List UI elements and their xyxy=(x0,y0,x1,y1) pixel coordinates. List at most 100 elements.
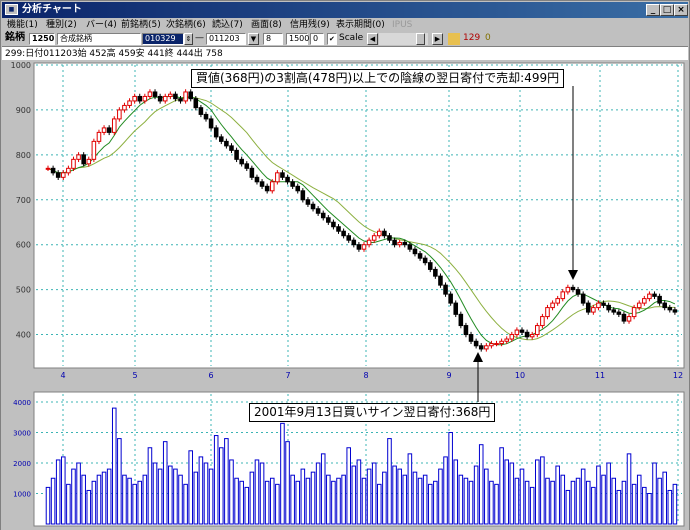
date-to-input[interactable]: 011203 xyxy=(206,33,246,45)
close-button[interactable]: × xyxy=(674,4,688,16)
scroll-track[interactable] xyxy=(379,33,416,45)
candle-body xyxy=(570,286,576,291)
candle-body xyxy=(45,167,51,170)
candle-body xyxy=(448,293,453,304)
title-bar[interactable]: ■ 分析チャート _ □ × xyxy=(2,2,688,18)
volume-bar xyxy=(61,456,66,525)
volume-bar xyxy=(254,459,260,525)
candle-body xyxy=(387,235,392,241)
date-from-input[interactable]: 010329 xyxy=(142,33,184,45)
menu-type[interactable]: 種別(2) xyxy=(46,19,77,31)
scroll-right-icon[interactable]: ▶ xyxy=(432,33,443,45)
candle-body xyxy=(509,334,515,340)
app-icon[interactable]: ■ xyxy=(5,4,18,15)
volume-bar xyxy=(438,468,443,525)
candle-body xyxy=(601,302,606,306)
date-spin-icon[interactable]: ⇕ xyxy=(184,33,193,45)
candle-body xyxy=(305,199,311,205)
volume-bar xyxy=(127,477,132,525)
menu-load[interactable]: 読込(7) xyxy=(212,19,243,31)
menu-prev-stock[interactable]: 前銘柄(5) xyxy=(121,19,161,31)
volume-bar xyxy=(489,480,494,525)
menu-next-stock[interactable]: 次銘柄(6) xyxy=(166,19,206,31)
volume-bar xyxy=(249,471,255,525)
candle-body xyxy=(555,298,560,304)
volume-bar xyxy=(122,474,127,525)
month-tick-label: 8 xyxy=(363,371,368,380)
volume-bar xyxy=(519,468,525,525)
minimize-button[interactable]: _ xyxy=(646,4,660,16)
menu-bar: 機能(1) 種別(2) バー(4) 前銘柄(5) 次銘柄(6) 読込(7) 画面… xyxy=(2,18,688,32)
volume-bar xyxy=(280,422,285,525)
candle-body xyxy=(361,244,367,250)
menu-bar-type[interactable]: バー(4) xyxy=(86,19,117,31)
volume-bar xyxy=(290,474,295,525)
volume-bar xyxy=(570,480,576,525)
month-tick-label: 12 xyxy=(673,371,683,380)
volume-bar xyxy=(157,468,163,525)
chart-area[interactable]: 400 500 600 700 800 900 1000 4 5 6 7 8 9 10 11 12 1000… xyxy=(1,60,689,530)
maximize-button[interactable]: □ xyxy=(660,4,674,16)
volume-bar xyxy=(168,465,173,525)
candle-body xyxy=(417,253,423,259)
candle-body xyxy=(647,293,652,300)
candle-body xyxy=(331,221,336,228)
volume-bar xyxy=(392,465,397,525)
menu-display-period[interactable]: 表示期間(0) xyxy=(336,19,385,31)
candle-body xyxy=(412,248,418,255)
volume-bar xyxy=(657,477,662,525)
candle-body xyxy=(473,340,479,347)
volume-bar xyxy=(514,477,520,525)
candle-body xyxy=(545,307,550,318)
candle-body xyxy=(478,345,484,350)
volume-bar xyxy=(371,462,377,525)
candle-body xyxy=(50,167,56,174)
candle-body xyxy=(626,316,632,322)
volume-bar xyxy=(193,471,199,525)
volume-bar xyxy=(356,459,362,525)
candle-body xyxy=(535,325,540,336)
scroll-track-right[interactable] xyxy=(425,33,428,45)
candle-body xyxy=(249,167,255,178)
color-swatch-icon[interactable] xyxy=(448,33,460,45)
date-separator: — xyxy=(195,33,204,43)
candle-body xyxy=(529,334,535,338)
candle-body xyxy=(106,127,112,133)
volume-bar xyxy=(427,483,433,525)
volume-bar xyxy=(621,480,627,525)
volume-bar xyxy=(147,447,153,525)
volume-bar xyxy=(295,480,301,525)
count-input[interactable]: 1500 xyxy=(286,33,309,45)
scale-checkbox[interactable]: ✔ xyxy=(327,33,337,45)
volume-bar xyxy=(264,480,270,525)
menu-function[interactable]: 機能(1) xyxy=(7,19,38,31)
candle-body xyxy=(621,313,627,322)
ohlc-readout: 299:日付011203始 452高 459安 441終 444出 758 xyxy=(5,49,223,59)
candle-body xyxy=(203,113,209,120)
candle-body xyxy=(341,230,346,237)
period-input[interactable]: 8 xyxy=(263,33,283,45)
dropdown-arrow-icon[interactable]: ▼ xyxy=(248,33,259,45)
volume-bar xyxy=(132,483,137,525)
volume-bar xyxy=(478,444,484,525)
volume-bar xyxy=(285,441,290,525)
volume-bar xyxy=(433,480,438,525)
volume-tick-label: 4000 xyxy=(13,399,31,407)
volume-bar xyxy=(142,474,148,525)
volume-bar xyxy=(76,462,81,525)
scroll-left-icon[interactable]: ◀ xyxy=(367,33,378,45)
candle-body xyxy=(427,262,433,270)
offset-input[interactable]: 0 xyxy=(310,33,324,45)
menu-screen[interactable]: 画面(8) xyxy=(251,19,282,31)
volume-bar xyxy=(346,447,351,525)
candle-body xyxy=(402,241,408,246)
volume-bar xyxy=(366,468,372,525)
candle-body xyxy=(96,131,102,142)
info-bar: 299:日付011203始 452高 459安 441終 444出 758 xyxy=(2,46,688,60)
menu-margin[interactable]: 信用残(9) xyxy=(290,19,330,31)
scroll-thumb[interactable] xyxy=(416,33,425,45)
code-input[interactable]: 1250 xyxy=(29,33,55,45)
candle-body xyxy=(122,104,127,111)
name-input[interactable]: 合成銘柄 xyxy=(57,33,141,45)
volume-bar xyxy=(45,486,51,525)
